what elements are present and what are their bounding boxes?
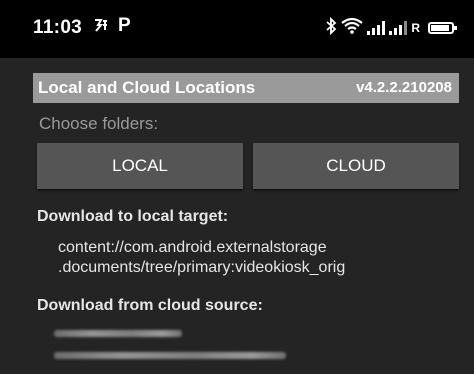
local-target-path-line2: .documents/tree/primary:videokiosk_orig: [58, 259, 346, 276]
signal-icon: [367, 21, 386, 35]
local-target-path: content://com.android.externalstorage .d…: [58, 238, 345, 278]
status-time: 11:03: [33, 17, 83, 38]
version-label: v4.2.2.210208: [356, 79, 452, 96]
wifi-icon: [341, 17, 364, 40]
parking-icon: P: [118, 15, 131, 36]
status-icons: R: [325, 16, 457, 40]
redacted-cloud-line-1: [54, 330, 182, 337]
app-screen: 11:03 P R Local and Cloud Locations v4.2…: [0, 0, 474, 374]
notification-icon: [92, 16, 110, 39]
battery-icon: [428, 22, 457, 34]
header-bar: Local and Cloud Locations v4.2.2.210208: [33, 73, 459, 103]
bluetooth-icon: [325, 16, 337, 40]
page-title: Local and Cloud Locations: [38, 78, 256, 97]
signal-roaming-icon: [389, 21, 408, 35]
cloud-button[interactable]: CLOUD: [253, 143, 459, 189]
choose-folders-label: Choose folders:: [39, 114, 159, 133]
local-target-path-line1: content://com.android.externalstorage: [58, 239, 327, 256]
roaming-label: R: [411, 21, 420, 35]
status-bar: 11:03 P R: [0, 0, 474, 58]
redacted-cloud-line-2: [54, 352, 286, 359]
cloud-source-heading: Download from cloud source:: [37, 297, 263, 314]
local-button[interactable]: LOCAL: [37, 143, 243, 189]
local-target-heading: Download to local target:: [37, 208, 229, 225]
